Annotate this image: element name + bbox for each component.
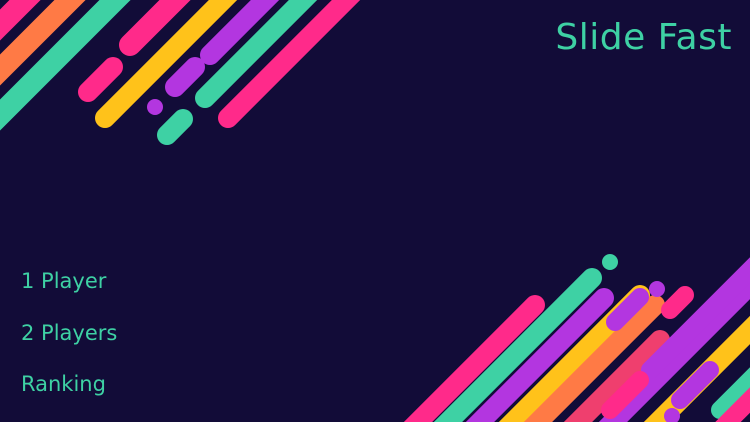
stripe-decoration bbox=[157, 109, 193, 145]
dot-decoration bbox=[147, 99, 163, 115]
title-screen: Slide Fast 1 Player 2 Players Ranking bbox=[0, 0, 750, 422]
dot-decoration bbox=[602, 254, 618, 270]
main-menu: 1 Player 2 Players Ranking bbox=[21, 266, 117, 421]
game-title: Slide Fast bbox=[555, 17, 732, 58]
stripe-decoration bbox=[0, 0, 131, 131]
menu-item-2-players[interactable]: 2 Players bbox=[21, 318, 117, 348]
dot-decoration bbox=[649, 281, 665, 297]
stripe-decoration bbox=[671, 361, 719, 409]
stripe-decoration bbox=[661, 286, 694, 319]
menu-item-1-player[interactable]: 1 Player bbox=[21, 266, 117, 296]
stripe-decoration bbox=[165, 57, 205, 97]
menu-item-ranking[interactable]: Ranking bbox=[21, 369, 117, 399]
stripe-decoration bbox=[78, 57, 123, 102]
stripe-decoration bbox=[95, 0, 238, 128]
